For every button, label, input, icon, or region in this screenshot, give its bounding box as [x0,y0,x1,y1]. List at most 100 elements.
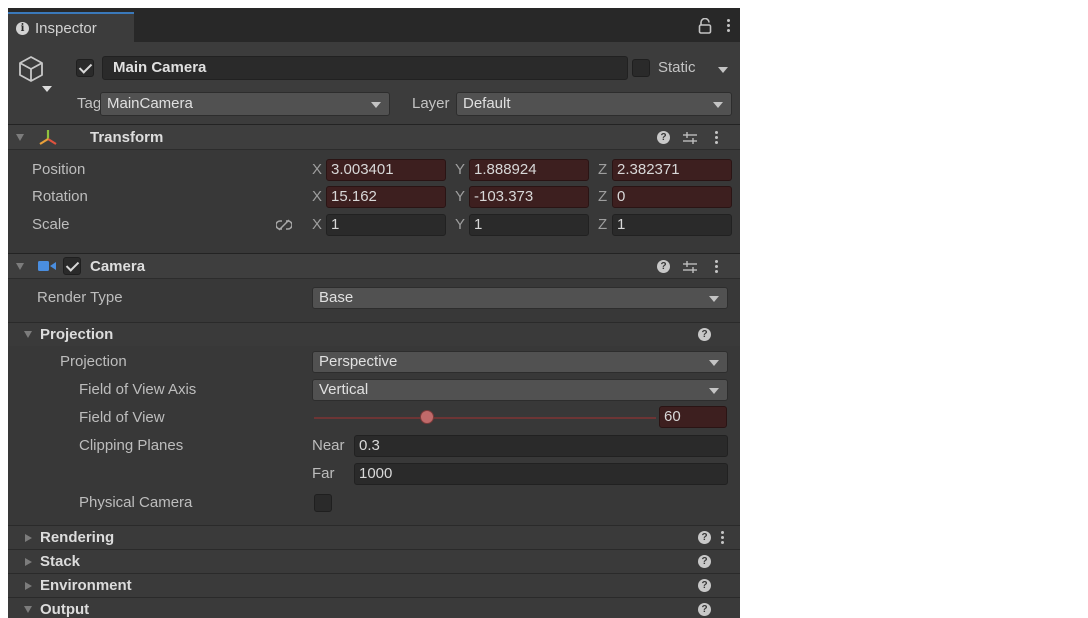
far-label: Far [312,465,335,482]
object-name-input[interactable]: Main Camera [102,56,628,80]
layer-dropdown[interactable]: Default [456,92,732,116]
output-section-title: Output [40,601,90,618]
rotation-z-field[interactable]: 0 [612,186,732,208]
fov-axis-dropdown[interactable]: Vertical [312,379,728,401]
help-icon[interactable]: ? [657,131,670,144]
projection-section-header[interactable]: Projection ? [8,322,740,346]
scale-x-field[interactable]: 1 [326,214,446,236]
icon-picker-arrow[interactable] [42,86,52,92]
chevron-down-icon [713,102,723,108]
projection-value: Perspective [319,353,398,370]
fov-value-field[interactable]: 60 [659,406,727,428]
tag-dropdown[interactable]: MainCamera [100,92,390,116]
render-type-value: Base [319,289,354,306]
scale-z-axis[interactable]: Z [598,214,607,236]
help-icon[interactable]: ? [698,328,711,341]
layer-label: Layer [412,95,450,112]
near-label: Near [312,437,345,454]
scale-z-field[interactable]: 1 [612,214,732,236]
scale-x-axis[interactable]: X [312,214,322,236]
rotation-x-field[interactable]: 15.162 [326,186,446,208]
camera-title: Camera [90,258,146,275]
presets-icon[interactable] [683,132,697,144]
foldout-expanded-icon[interactable] [24,606,32,613]
static-checkbox[interactable] [632,59,650,77]
stack-section-header[interactable]: Stack ? [8,549,740,573]
camera-header[interactable]: Camera ? [8,253,740,279]
fov-label: Field of View [79,409,165,426]
foldout-expanded-icon[interactable] [24,331,32,338]
render-type-label: Render Type [37,289,123,306]
component-menu-icon[interactable] [714,131,718,144]
transform-title: Transform [90,129,164,146]
position-x-axis[interactable]: X [312,159,322,181]
tab-menu-icon[interactable] [726,19,730,32]
camera-enabled-checkbox[interactable] [63,257,81,275]
inspector-panel: i Inspector Main Camera Static Tag MainC… [8,8,740,618]
chevron-down-icon [371,102,381,108]
rotation-y-field[interactable]: -103.373 [469,186,589,208]
environment-section-header[interactable]: Environment ? [8,573,740,597]
foldout-collapsed-icon[interactable] [25,558,32,566]
help-icon[interactable]: ? [698,531,711,544]
position-y-axis[interactable]: Y [455,159,465,181]
foldout-expanded-icon[interactable] [16,134,24,141]
tab-inspector[interactable]: i Inspector [8,12,134,42]
position-z-field[interactable]: 2.382371 [612,159,732,181]
rotation-label: Rotation [32,188,88,205]
presets-icon[interactable] [683,261,697,273]
rotation-z-axis[interactable]: Z [598,186,607,208]
projection-dropdown[interactable]: Perspective [312,351,728,373]
foldout-expanded-icon[interactable] [16,263,24,270]
render-type-dropdown[interactable]: Base [312,287,728,309]
unlinked-scale-icon[interactable] [276,219,292,231]
help-icon[interactable]: ? [698,603,711,616]
tag-label: Tag [77,95,102,112]
rendering-section-header[interactable]: Rendering ? [8,525,740,549]
object-header: Main Camera Static Tag MainCamera Layer … [8,42,740,128]
near-clip-field[interactable]: 0.3 [354,435,728,457]
environment-section-title: Environment [40,577,132,594]
position-x-field[interactable]: 3.003401 [326,159,446,181]
rendering-section-title: Rendering [40,529,115,546]
component-menu-icon[interactable] [714,260,718,273]
help-icon[interactable]: ? [657,260,670,273]
static-label: Static [658,59,696,76]
foldout-collapsed-icon[interactable] [25,582,32,590]
scale-y-axis[interactable]: Y [455,214,465,236]
far-clip-field[interactable]: 1000 [354,463,728,485]
scale-label: Scale [32,216,70,233]
static-dropdown-arrow[interactable] [718,67,728,73]
lock-icon[interactable] [698,18,712,34]
fov-slider-track[interactable] [314,417,656,419]
rotation-y-axis[interactable]: Y [455,186,465,208]
foldout-collapsed-icon[interactable] [25,534,32,542]
tab-bar: i Inspector [8,8,740,42]
help-icon[interactable]: ? [698,555,711,568]
output-section-header[interactable]: Output ? [8,597,740,618]
info-icon: i [16,21,29,35]
rotation-x-axis[interactable]: X [312,186,322,208]
fov-axis-value: Vertical [319,381,369,398]
help-icon[interactable]: ? [698,579,711,592]
physical-camera-checkbox[interactable] [314,494,332,512]
tab-label: Inspector [35,19,97,37]
fov-axis-label: Field of View Axis [79,381,197,398]
projection-label: Projection [60,353,127,370]
scale-y-field[interactable]: 1 [469,214,589,236]
chevron-down-icon [709,388,719,394]
gameobject-cube-icon [19,56,43,82]
section-menu-icon[interactable] [720,531,724,544]
camera-icon [38,261,56,271]
clipping-planes-label: Clipping Planes [79,437,184,454]
transform-axes-icon [39,130,57,145]
position-y-field[interactable]: 1.888924 [469,159,589,181]
layer-value: Default [463,95,511,112]
active-checkbox[interactable] [76,59,94,77]
stack-section-title: Stack [40,553,81,570]
projection-section-title: Projection [40,326,114,343]
fov-slider-thumb[interactable] [420,410,434,424]
position-z-axis[interactable]: Z [598,159,607,181]
transform-header[interactable]: Transform ? [8,124,740,150]
tag-value: MainCamera [107,95,193,112]
